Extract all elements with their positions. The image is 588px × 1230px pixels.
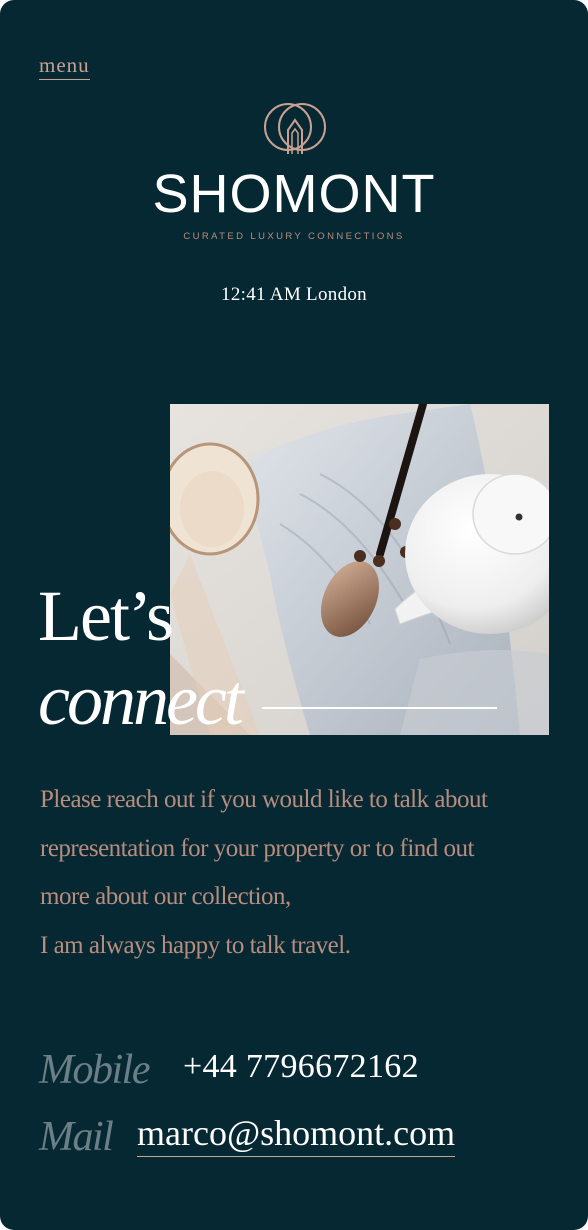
local-time: 12:41 AM London xyxy=(221,284,367,305)
mobile-label: Mobile xyxy=(39,1047,150,1093)
email-link[interactable]: marco@shomont.com xyxy=(137,1111,456,1157)
intro-line: representation for your property or to f… xyxy=(40,834,475,862)
brand-name: SHOMONT xyxy=(152,164,436,224)
menu-link[interactable]: menu xyxy=(39,53,90,80)
intro-line: Please reach out if you would like to ta… xyxy=(40,786,488,813)
contact-screen: menu SHOMONT CURATED LUXURY CONNECTIONS … xyxy=(0,0,588,1230)
heading-lets: Let’s xyxy=(38,576,174,656)
heading-divider xyxy=(262,707,497,709)
mail-label: Mail xyxy=(39,1114,114,1160)
intro-line: more about our collection, xyxy=(40,883,291,910)
shomont-logo-icon xyxy=(264,103,326,154)
intro-paragraph: Please reach out if you would like to ta… xyxy=(40,776,560,970)
intro-line: I am always happy to talk travel. xyxy=(40,931,351,959)
phone-link[interactable]: +44 7796672162 xyxy=(183,1045,419,1089)
brand-tagline: CURATED LUXURY CONNECTIONS xyxy=(183,231,405,242)
heading-connect: connect xyxy=(38,660,244,740)
